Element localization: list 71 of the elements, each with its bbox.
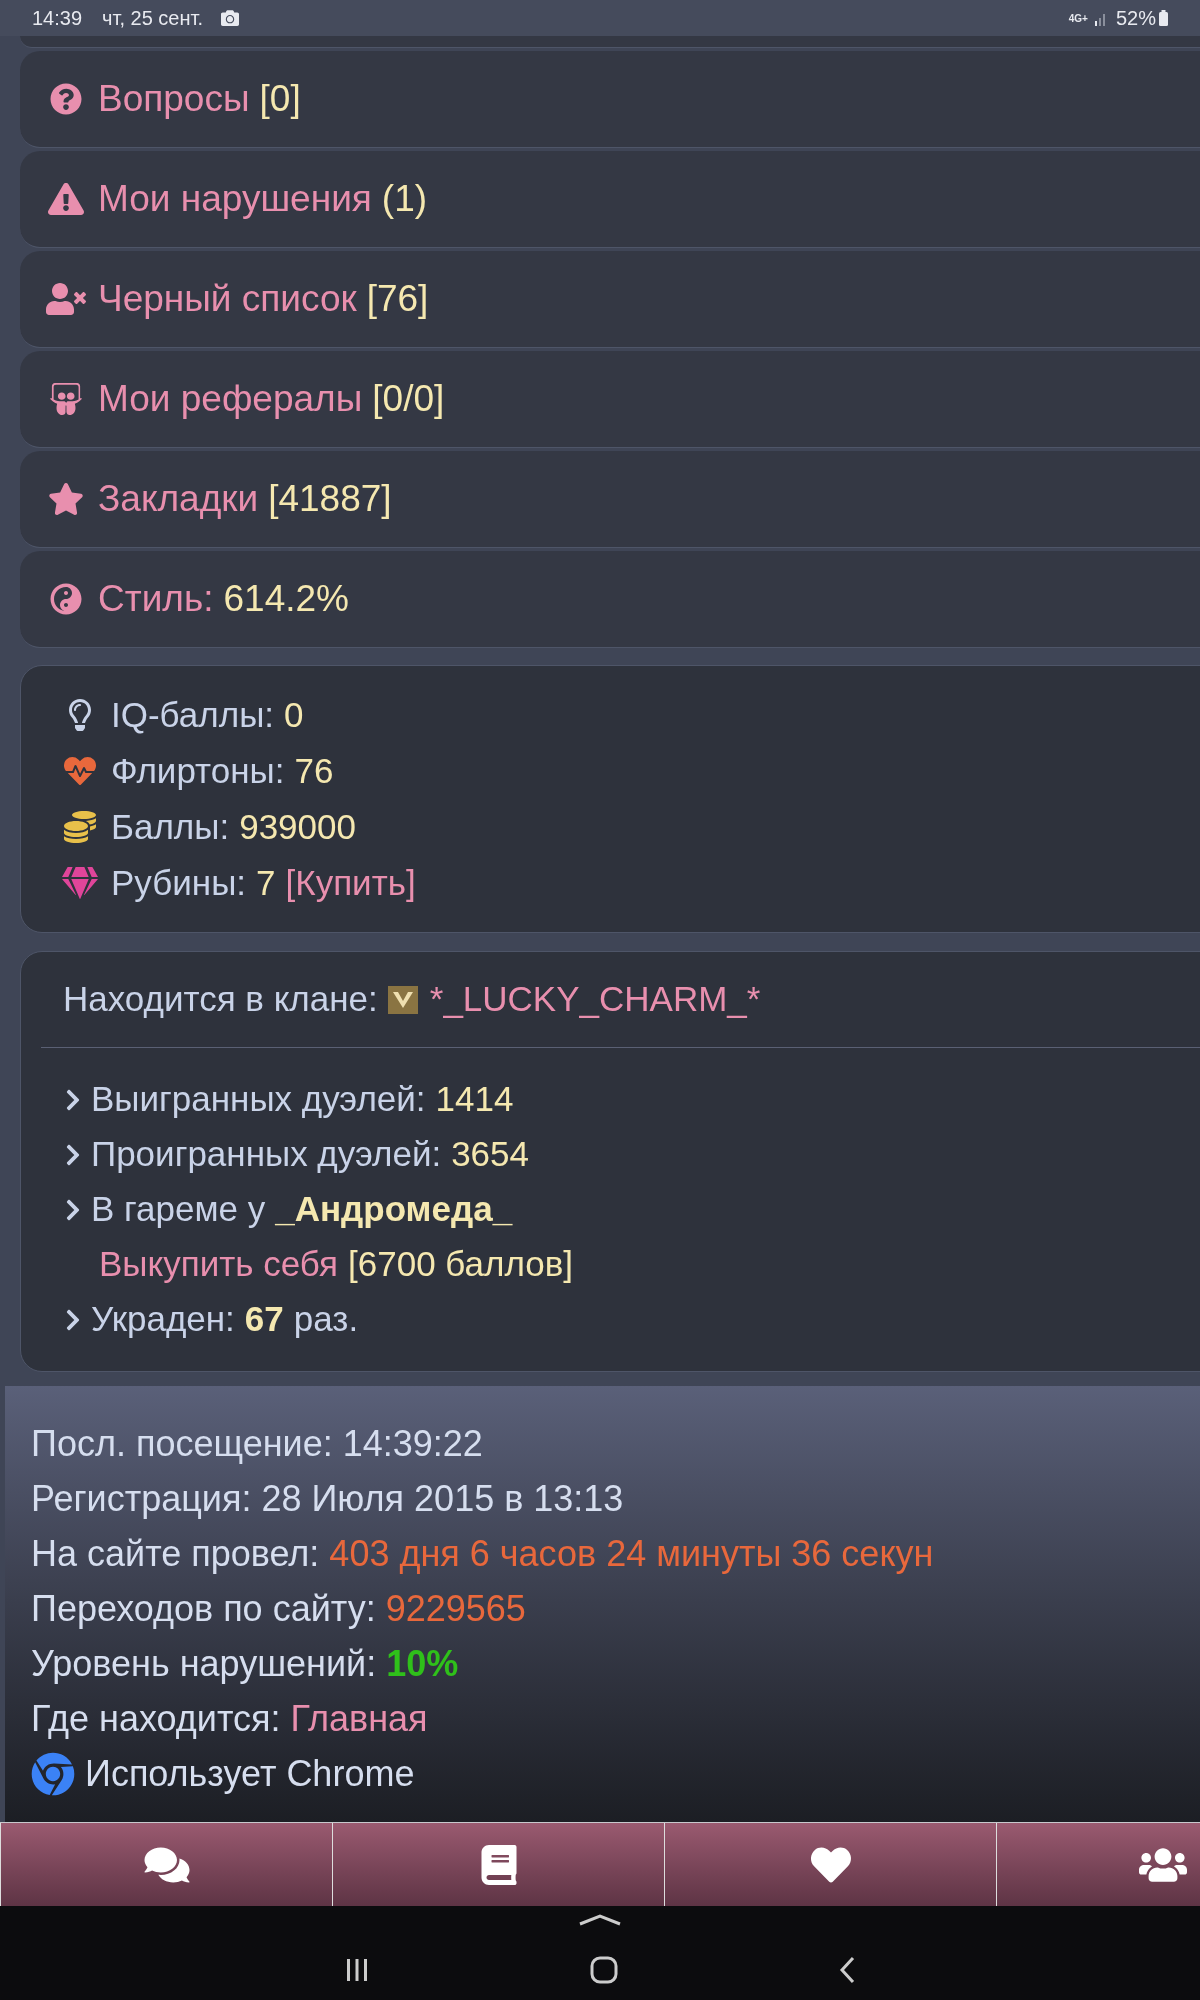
- buyout-price: [6700 баллов]: [348, 1243, 574, 1286]
- clan-label: Находится в клане:: [63, 978, 378, 1021]
- chrome-icon: [31, 1751, 75, 1796]
- heartbeat-icon: [61, 755, 99, 787]
- owner-link[interactable]: _Андромеда_: [275, 1183, 513, 1236]
- info-label: Посл. посещение:: [31, 1421, 333, 1466]
- clan-link[interactable]: *_LUCKY_CHARM_*: [429, 973, 761, 1026]
- camera-icon: [221, 9, 239, 27]
- info-value: 10%: [386, 1641, 459, 1686]
- menu-item[interactable]: Мои рефералы [0/0]: [20, 351, 1200, 448]
- user-x-icon: [46, 283, 86, 315]
- menu-count: [41887]: [268, 477, 392, 522]
- gem-icon: [61, 867, 99, 899]
- stat-value: 7: [256, 861, 276, 904]
- info-value: 403 дня 6 часов 24 минуты 36 секун: [329, 1531, 934, 1576]
- browser-label: Использует Chrome: [85, 1751, 415, 1796]
- menu-label: Мои рефералы: [98, 377, 363, 422]
- menu-count: [0]: [259, 77, 301, 122]
- stat-label: Флиртоны:: [111, 749, 285, 792]
- duel-value: 1414: [435, 1078, 514, 1121]
- menu-count: (1): [381, 177, 428, 222]
- home-icon[interactable]: [590, 1956, 618, 1984]
- menu-item[interactable]: Мои нарушения (1): [20, 151, 1200, 248]
- menu-count: 614.2%: [223, 577, 349, 622]
- menu-count: [76]: [366, 277, 429, 322]
- back-icon[interactable]: [838, 1956, 856, 1984]
- info-label: Где находится:: [31, 1696, 281, 1741]
- info-value: 9229565: [385, 1586, 526, 1631]
- recent-apps-icon[interactable]: [344, 1957, 370, 1983]
- status-time: 14:39: [32, 6, 83, 31]
- menu-label: Стиль:: [98, 577, 214, 622]
- stolen-label: Украден:: [91, 1298, 235, 1341]
- stat-label: Рубины:: [111, 861, 247, 904]
- duel-label: Проигранных дуэлей:: [91, 1133, 442, 1176]
- star-icon: [46, 483, 86, 515]
- stat-label: Баллы:: [111, 805, 230, 848]
- info-value: 14:39:22: [342, 1421, 483, 1466]
- network-type: 4G+: [1068, 11, 1088, 26]
- menu-item[interactable]: Стиль: 614.2%: [20, 551, 1200, 648]
- harem-label: В гареме у: [91, 1188, 266, 1231]
- stat-value: 0: [284, 693, 304, 736]
- stolen-suffix: раз.: [293, 1298, 359, 1341]
- duel-label: Выигранных дуэлей:: [91, 1078, 426, 1121]
- clan-emblem-icon: [387, 985, 418, 1014]
- info-value: 28 Июля 2015 в 13:13: [261, 1476, 624, 1521]
- menu-item[interactable]: Вопросы [0]: [20, 51, 1200, 148]
- info-value: Главная: [290, 1696, 428, 1741]
- menu-label: Мои нарушения: [98, 177, 372, 222]
- duel-value: 3654: [451, 1133, 530, 1176]
- buyout-link[interactable]: Выкупить себя: [99, 1238, 338, 1291]
- coins-icon: [61, 811, 99, 843]
- stat-label: IQ-баллы:: [111, 693, 275, 736]
- menu-label: Черный список: [98, 277, 357, 322]
- chevron-up-icon: [578, 1914, 622, 1926]
- info-label: На сайте провел:: [31, 1531, 320, 1576]
- warning-icon: [46, 183, 86, 215]
- menu-label: Закладки: [98, 477, 259, 522]
- menu-item[interactable]: Черный список [76]: [20, 251, 1200, 348]
- info-label: Уровень нарушений:: [31, 1641, 377, 1686]
- buy-link[interactable]: [Купить]: [285, 856, 416, 910]
- status-date: чт, 25 сент.: [102, 6, 203, 31]
- battery-icon: [1159, 10, 1168, 26]
- stat-value: 939000: [239, 805, 356, 848]
- info-label: Переходов по сайту:: [31, 1586, 376, 1631]
- stolen-count: 67: [244, 1298, 284, 1341]
- info-label: Регистрация:: [31, 1476, 252, 1521]
- menu-item[interactable]: Закладки [41887]: [20, 451, 1200, 548]
- battery-level: 52%: [1115, 6, 1156, 31]
- menu-label: Вопросы: [98, 77, 250, 122]
- stat-value: 76: [294, 749, 334, 792]
- menu-count: [0/0]: [372, 377, 445, 422]
